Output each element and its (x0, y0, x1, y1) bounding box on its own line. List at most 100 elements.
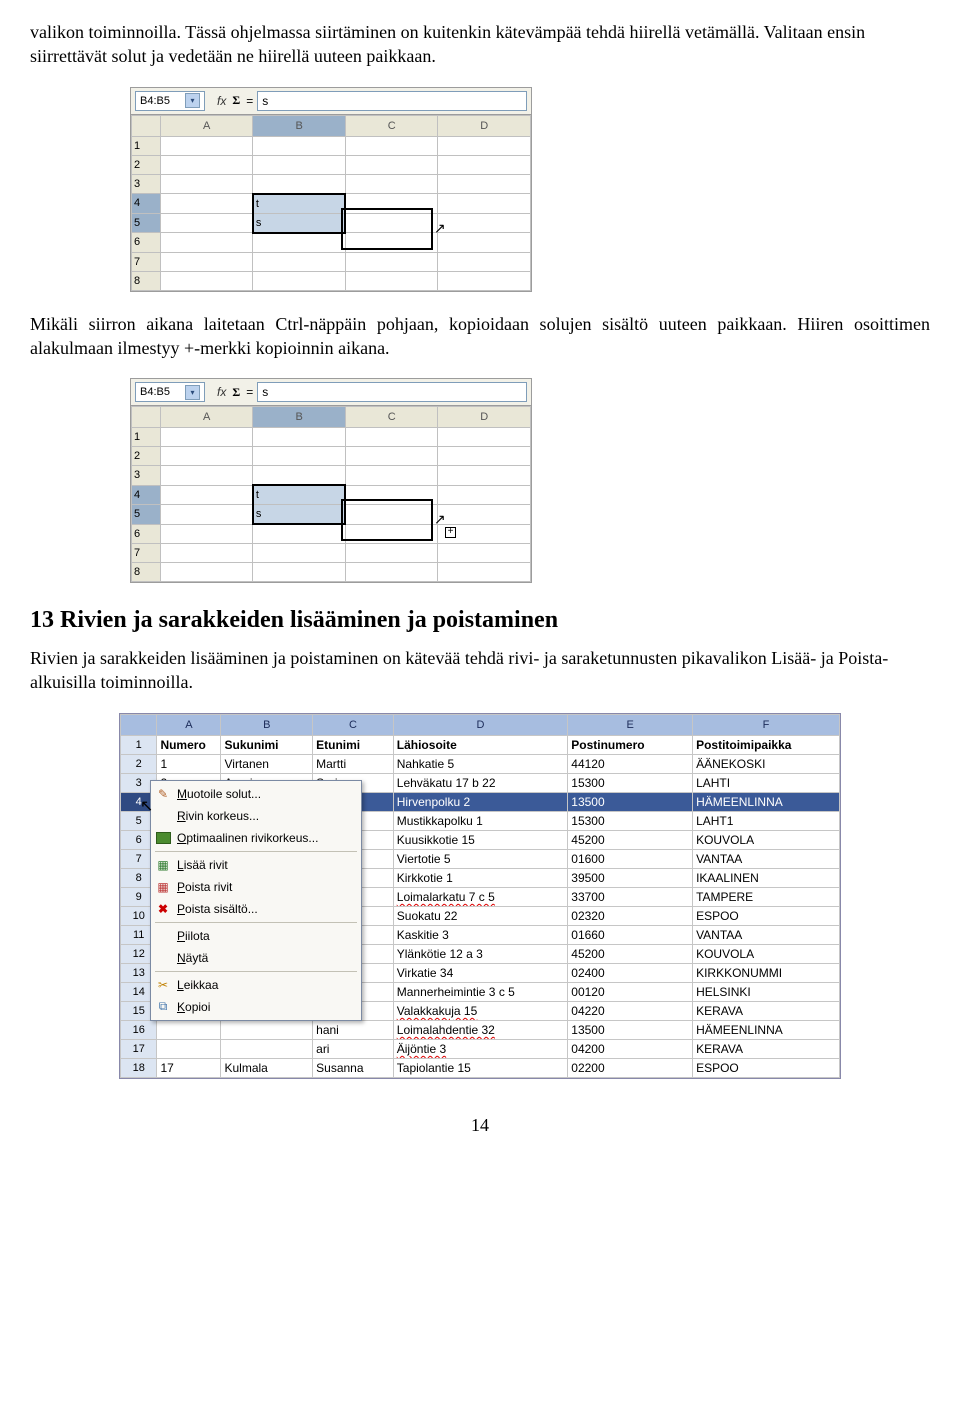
col-header[interactable]: A (157, 714, 221, 735)
row-header[interactable]: 1 (132, 136, 161, 155)
name-box[interactable]: B4:B5 ▾ (135, 91, 205, 111)
equals-icon[interactable]: = (246, 94, 253, 108)
grid[interactable]: A B C D 1 2 3 4t 5s 6 7 8 (131, 115, 531, 291)
menu-item[interactable]: ▦Poista rivit (151, 876, 361, 898)
cell[interactable]: 01660 (568, 925, 693, 944)
table-row[interactable]: 17ariÄijöntie 304200KERAVA (121, 1039, 840, 1058)
formula-bar[interactable]: s (257, 91, 527, 111)
menu-item[interactable]: ✂Leikkaa (151, 974, 361, 996)
col-header-c[interactable]: C (345, 407, 438, 428)
cell[interactable]: ari (313, 1039, 394, 1058)
cell[interactable]: 15300 (568, 811, 693, 830)
cell[interactable]: 04220 (568, 1001, 693, 1020)
cell[interactable]: KIRKKONUMMI (693, 963, 840, 982)
cell[interactable]: Lähiosoite (393, 735, 568, 754)
corner-cell[interactable] (132, 407, 161, 428)
menu-item[interactable]: ✖Poista sisältö... (151, 898, 361, 920)
cell[interactable]: Virkatie 34 (393, 963, 568, 982)
cell[interactable]: 00120 (568, 982, 693, 1001)
cell[interactable]: Sukunimi (221, 735, 313, 754)
cell[interactable]: Hirvenpolku 2 (393, 792, 568, 811)
row-header[interactable]: 2 (132, 447, 161, 466)
corner-cell[interactable] (121, 714, 157, 735)
cell[interactable]: 02200 (568, 1058, 693, 1077)
equals-icon[interactable]: = (246, 385, 253, 399)
cell[interactable]: KOUVOLA (693, 944, 840, 963)
cell[interactable]: Numero (157, 735, 221, 754)
cell[interactable]: Loimalarkatu 7 c 5 (393, 887, 568, 906)
cell[interactable]: TAMPERE (693, 887, 840, 906)
col-header-c[interactable]: C (345, 115, 438, 136)
row-header[interactable]: 17 (121, 1039, 157, 1058)
cell[interactable]: Etunimi (313, 735, 394, 754)
cell[interactable] (157, 1020, 221, 1039)
cell[interactable]: Kulmala (221, 1058, 313, 1077)
cell[interactable]: 39500 (568, 868, 693, 887)
cell[interactable]: hani (313, 1020, 394, 1039)
cell[interactable]: Kirkkotie 1 (393, 868, 568, 887)
col-header[interactable]: C (313, 714, 394, 735)
cell[interactable]: 1 (157, 754, 221, 773)
cell[interactable]: Valakkakuja 15 (393, 1001, 568, 1020)
col-header-a[interactable]: A (160, 407, 253, 428)
row-header[interactable]: 4 (132, 485, 161, 505)
cell[interactable]: 17 (157, 1058, 221, 1077)
col-header-d[interactable]: D (438, 407, 531, 428)
cell[interactable]: Loimalahdentie 32 (393, 1020, 568, 1039)
row-header[interactable]: 6 (132, 233, 161, 253)
sigma-icon[interactable]: Σ (232, 93, 240, 108)
cell[interactable]: Tapiolantie 15 (393, 1058, 568, 1077)
grid[interactable]: A B C D 1 2 3 4t 5s 6 7 8 (131, 406, 531, 582)
cell[interactable]: KOUVOLA (693, 830, 840, 849)
cell[interactable]: ESPOO (693, 906, 840, 925)
cell[interactable]: KERAVA (693, 1001, 840, 1020)
cell[interactable]: Martti (313, 754, 394, 773)
cell[interactable]: KERAVA (693, 1039, 840, 1058)
cell[interactable]: ESPOO (693, 1058, 840, 1077)
fx-icon[interactable]: fx (217, 385, 226, 399)
cell[interactable]: 04200 (568, 1039, 693, 1058)
col-header-b[interactable]: B (253, 407, 346, 428)
row-header[interactable]: 1 (132, 428, 161, 447)
cell-b4[interactable]: t (253, 194, 346, 214)
row-header[interactable]: 2 (121, 754, 157, 773)
row-header[interactable]: 7 (132, 252, 161, 271)
col-header[interactable]: F (693, 714, 840, 735)
cell[interactable]: Nahkatie 5 (393, 754, 568, 773)
menu-item[interactable]: Rivin korkeus... (151, 805, 361, 827)
row-header[interactable]: 16 (121, 1020, 157, 1039)
cell[interactable]: LAHTI (693, 773, 840, 792)
row-header[interactable]: 1 (121, 735, 157, 754)
col-header[interactable]: D (393, 714, 568, 735)
col-header[interactable]: B (221, 714, 313, 735)
cell[interactable]: Virtanen (221, 754, 313, 773)
menu-item[interactable]: ⧉Kopioi (151, 996, 361, 1018)
row-header[interactable]: 5 (132, 505, 161, 525)
cell[interactable]: HELSINKI (693, 982, 840, 1001)
cell[interactable]: 13500 (568, 792, 693, 811)
menu-item[interactable]: Optimaalinen rivikorkeus... (151, 827, 361, 849)
row-header[interactable]: 3 (132, 174, 161, 194)
col-header[interactable]: E (568, 714, 693, 735)
menu-item[interactable]: ✎Muotoile solut... (151, 783, 361, 805)
row-header[interactable]: 6 (132, 524, 161, 544)
row-header[interactable]: 8 (132, 271, 161, 290)
cell[interactable]: LAHT1 (693, 811, 840, 830)
cell[interactable]: Ylänkötie 12 a 3 (393, 944, 568, 963)
cell-b4[interactable]: t (253, 485, 346, 505)
corner-cell[interactable] (132, 115, 161, 136)
table-row[interactable]: 1NumeroSukunimiEtunimiLähiosoitePostinum… (121, 735, 840, 754)
row-header[interactable]: 2 (132, 155, 161, 174)
cell[interactable]: 15300 (568, 773, 693, 792)
name-box-dropdown-icon[interactable]: ▾ (185, 93, 200, 108)
cell[interactable]: Suokatu 22 (393, 906, 568, 925)
fx-icon[interactable]: fx (217, 94, 226, 108)
cell[interactable]: 33700 (568, 887, 693, 906)
cell[interactable]: 44120 (568, 754, 693, 773)
cell[interactable]: 02320 (568, 906, 693, 925)
sigma-icon[interactable]: Σ (232, 385, 240, 400)
cell[interactable]: Susanna (313, 1058, 394, 1077)
cell[interactable]: VANTAA (693, 925, 840, 944)
cell-b5[interactable]: s (253, 505, 346, 525)
row-header[interactable]: 18 (121, 1058, 157, 1077)
